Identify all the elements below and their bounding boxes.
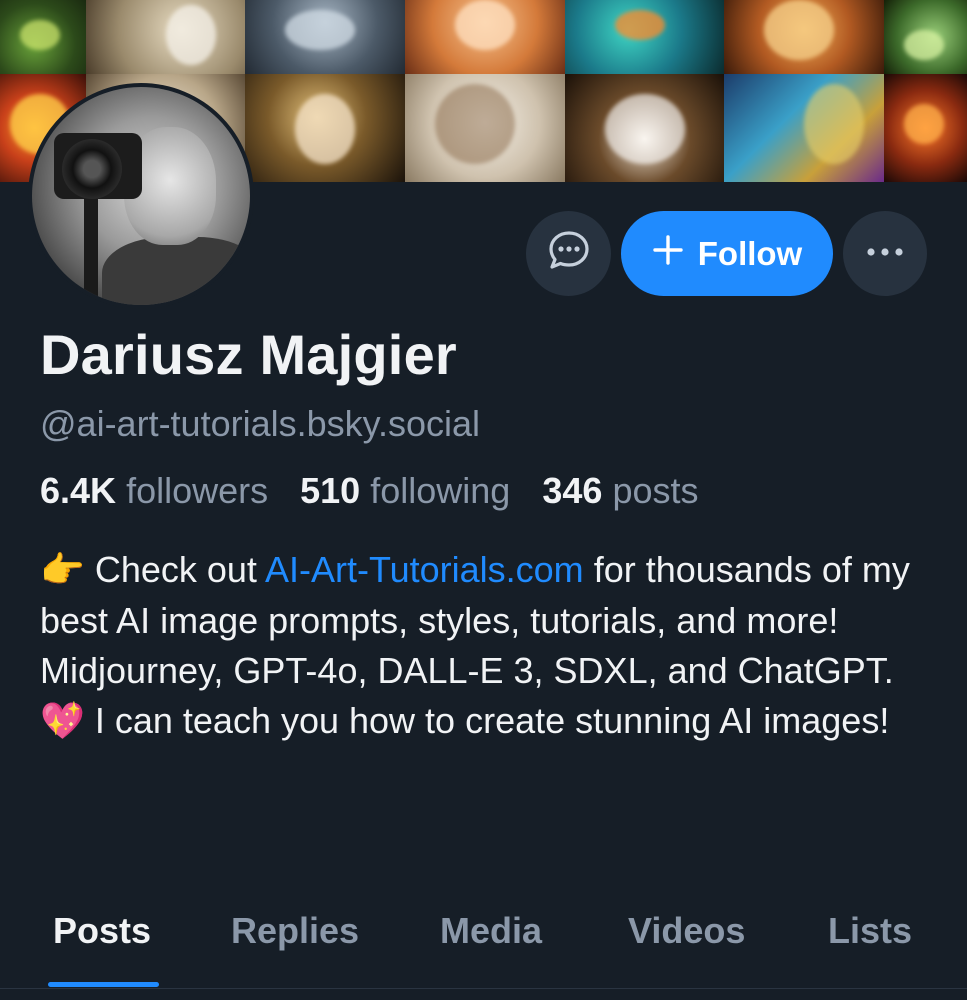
follow-button[interactable]: Follow <box>621 211 833 296</box>
banner-tile <box>565 74 724 182</box>
followers-link[interactable]: 6.4K followers <box>40 470 268 511</box>
banner-tile <box>86 0 245 74</box>
active-tab-indicator <box>48 982 159 987</box>
banner-tile <box>884 0 967 74</box>
tab-media[interactable]: Media <box>440 910 542 952</box>
banner-tile <box>724 0 884 74</box>
banner-tile <box>565 0 724 74</box>
following-count: 510 <box>300 470 361 511</box>
banner-tile <box>245 74 405 182</box>
posts-label: posts <box>612 470 699 511</box>
plus-icon <box>652 234 684 274</box>
more-options-button[interactable] <box>843 211 927 296</box>
banner-tile <box>245 0 405 74</box>
chat-bubble-icon <box>547 229 591 278</box>
posts-count: 346 <box>542 470 603 511</box>
follow-label: Follow <box>697 234 803 272</box>
banner-tile <box>724 74 884 182</box>
following-label: following <box>370 470 511 511</box>
bio-text: I can teach you how to create stunning A… <box>94 700 890 741</box>
pointing-hand-emoji: 👉 <box>40 550 85 591</box>
profile-handle: @ai-art-tutorials.bsky.social <box>40 403 480 444</box>
tab-posts[interactable]: Posts <box>53 910 151 952</box>
avatar[interactable] <box>28 83 254 309</box>
message-button[interactable] <box>526 211 611 296</box>
avatar-image <box>32 87 250 305</box>
ellipsis-icon <box>865 245 905 263</box>
bio-text: Check out <box>94 549 257 590</box>
profile-bio: 👉 Check out AI-Art-Tutorials.com for tho… <box>40 545 940 747</box>
followers-label: followers <box>126 470 269 511</box>
banner-tile <box>884 74 967 182</box>
profile-stats: 6.4K followers 510 following 346 posts <box>40 470 698 512</box>
followers-count: 6.4K <box>40 470 117 511</box>
tab-videos[interactable]: Videos <box>628 910 745 952</box>
posts-stat: 346 posts <box>542 470 698 511</box>
bio-website-link[interactable]: AI-Art-Tutorials.com <box>265 549 584 590</box>
banner-tile <box>405 0 565 74</box>
tabs-divider <box>0 988 967 989</box>
profile-tabs: Posts Replies Media Videos Lists <box>0 900 967 1000</box>
sparkling-heart-emoji: 💖 <box>40 701 85 742</box>
banner-tile <box>405 74 565 182</box>
following-link[interactable]: 510 following <box>300 470 510 511</box>
display-name: Dariusz Majgier <box>40 323 457 386</box>
banner-tile <box>0 0 86 74</box>
tab-lists[interactable]: Lists <box>828 910 912 952</box>
tab-replies[interactable]: Replies <box>231 910 359 952</box>
